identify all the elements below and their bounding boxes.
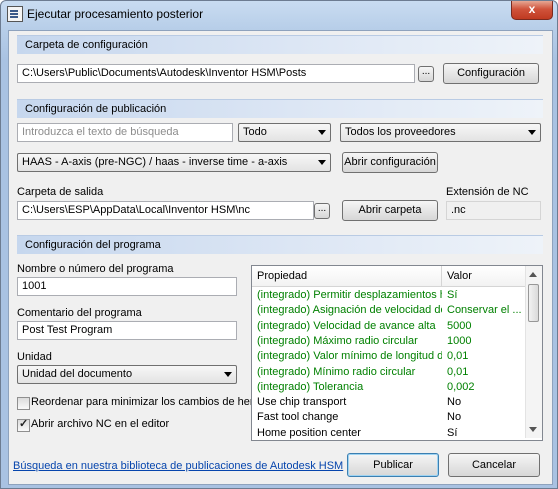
property-row[interactable]: (integrado) Permitir desplazamientos he.… xyxy=(252,287,525,303)
program-config-header: Configuración del programa xyxy=(17,235,543,254)
config-folder-browse-button[interactable]: ... xyxy=(418,66,434,82)
property-name-cell: Fast tool change xyxy=(257,411,339,424)
property-name-cell: (integrado) Máximo radio circular xyxy=(257,334,418,347)
output-folder-path-field[interactable]: C:\Users\ESP\AppData\Local\Inventor HSM\… xyxy=(17,201,314,220)
title-bar[interactable]: Ejecutar procesamiento posterior x xyxy=(1,1,557,27)
reorder-label[interactable]: Reordenar para minimizar los cambios de … xyxy=(31,396,275,408)
property-value-cell[interactable]: No xyxy=(442,394,525,410)
properties-scrollbar[interactable] xyxy=(525,266,542,438)
properties-grid-header: Propiedad Valor xyxy=(252,266,525,287)
property-name-cell: Use chip transport xyxy=(257,396,347,409)
library-search-link[interactable]: Búsqueda en nuestra biblioteca de public… xyxy=(13,460,343,472)
chevron-down-icon xyxy=(318,160,326,165)
property-name-cell: Home position center xyxy=(257,426,361,439)
property-row[interactable]: Use chip transport No xyxy=(252,394,525,410)
nc-extension-label: Extensión de NC xyxy=(446,186,529,198)
category-filter-value: Todo xyxy=(243,126,267,138)
unit-value: Unidad del documento xyxy=(22,368,133,380)
properties-grid[interactable]: Propiedad Valor (integrado) Permitir des… xyxy=(251,265,543,441)
open-configuration-button[interactable]: Abrir configuración xyxy=(342,152,438,173)
property-name-cell: (integrado) Asignación de velocidad de .… xyxy=(257,304,442,317)
property-column-header[interactable]: Propiedad xyxy=(252,266,442,286)
post-processor-select[interactable]: HAAS - A-axis (pre-NGC) / haas - inverse… xyxy=(17,153,331,172)
property-value-cell[interactable]: Sí xyxy=(442,425,525,440)
app-icon xyxy=(7,6,23,22)
search-input[interactable]: Introduzca el texto de búsqueda xyxy=(17,123,233,142)
output-folder-browse-button[interactable]: ... xyxy=(314,203,330,219)
property-row[interactable]: (integrado) Valor mínimo de longitud de … xyxy=(252,348,525,364)
cancel-button[interactable]: Cancelar xyxy=(448,453,540,477)
property-value-cell[interactable]: Sí xyxy=(442,287,525,303)
nc-extension-field: .nc xyxy=(446,201,541,220)
chevron-down-icon xyxy=(528,130,536,135)
category-filter-select[interactable]: Todo xyxy=(238,123,331,142)
property-name-cell: (integrado) Valor mínimo de longitud de … xyxy=(257,350,442,363)
configuration-button[interactable]: Configuración xyxy=(443,63,539,84)
property-row[interactable]: (integrado) Velocidad de avance alta 5000 xyxy=(252,318,525,334)
property-row[interactable]: Fast tool change No xyxy=(252,409,525,425)
chevron-down-icon xyxy=(318,130,326,135)
publish-button[interactable]: Publicar xyxy=(347,453,439,477)
output-folder-label: Carpeta de salida xyxy=(17,186,104,198)
property-row[interactable]: (integrado) Máximo radio circular 1000 xyxy=(252,333,525,349)
property-row[interactable]: (integrado) Tolerancia 0,002 xyxy=(252,379,525,395)
window-title: Ejecutar procesamiento posterior xyxy=(27,7,204,21)
dialog-window: Ejecutar procesamiento posterior x Carpe… xyxy=(0,0,558,489)
value-column-header[interactable]: Valor xyxy=(442,266,525,286)
program-name-field[interactable]: 1001 xyxy=(17,277,237,296)
post-processor-value: HAAS - A-axis (pre-NGC) / haas - inverse… xyxy=(22,156,288,168)
config-folder-header: Carpeta de configuración xyxy=(17,35,543,54)
property-name-cell: (integrado) Tolerancia xyxy=(257,380,364,393)
property-value-cell[interactable]: Conservar el ... xyxy=(442,302,525,318)
open-nc-label[interactable]: Abrir archivo NC en el editor xyxy=(31,418,169,430)
chevron-down-icon xyxy=(224,372,232,377)
program-comment-field[interactable]: Post Test Program xyxy=(17,321,237,340)
unit-select[interactable]: Unidad del documento xyxy=(17,365,237,384)
close-button[interactable]: x xyxy=(511,1,553,20)
vendor-select[interactable]: Todos los proveedores xyxy=(340,123,541,142)
program-name-label: Nombre o número del programa xyxy=(17,263,174,275)
property-value-cell[interactable]: 0,01 xyxy=(442,364,525,380)
scroll-up-icon[interactable] xyxy=(529,272,537,277)
unit-label: Unidad xyxy=(17,351,52,363)
property-name-cell: (integrado) Permitir desplazamientos he.… xyxy=(257,289,442,301)
open-nc-checkbox[interactable] xyxy=(17,417,30,432)
property-value-cell[interactable]: 0,01 xyxy=(442,348,525,364)
property-value-cell[interactable]: 5000 xyxy=(442,318,525,334)
dialog-body: Carpeta de configuración C:\Users\Public… xyxy=(8,30,553,485)
property-row[interactable]: (integrado) Mínimo radio circular 0,01 xyxy=(252,364,525,380)
program-comment-label: Comentario del programa xyxy=(17,307,142,319)
scroll-down-icon[interactable] xyxy=(529,427,537,432)
property-row[interactable]: Home position center Sí xyxy=(252,425,525,440)
property-value-cell[interactable]: 0,002 xyxy=(442,379,525,395)
reorder-checkbox[interactable] xyxy=(17,397,30,410)
property-name-cell: (integrado) Velocidad de avance alta xyxy=(257,319,436,332)
property-name-cell: (integrado) Mínimo radio circular xyxy=(257,365,416,378)
vendor-value: Todos los proveedores xyxy=(345,126,456,138)
property-value-cell[interactable]: 1000 xyxy=(442,333,525,349)
config-folder-path-field[interactable]: C:\Users\Public\Documents\Autodesk\Inven… xyxy=(17,64,415,83)
property-value-cell[interactable]: No xyxy=(442,409,525,425)
publish-config-header: Configuración de publicación xyxy=(17,99,543,118)
scroll-thumb[interactable] xyxy=(528,284,539,322)
property-row[interactable]: (integrado) Asignación de velocidad de .… xyxy=(252,302,525,318)
open-folder-button[interactable]: Abrir carpeta xyxy=(342,200,438,221)
